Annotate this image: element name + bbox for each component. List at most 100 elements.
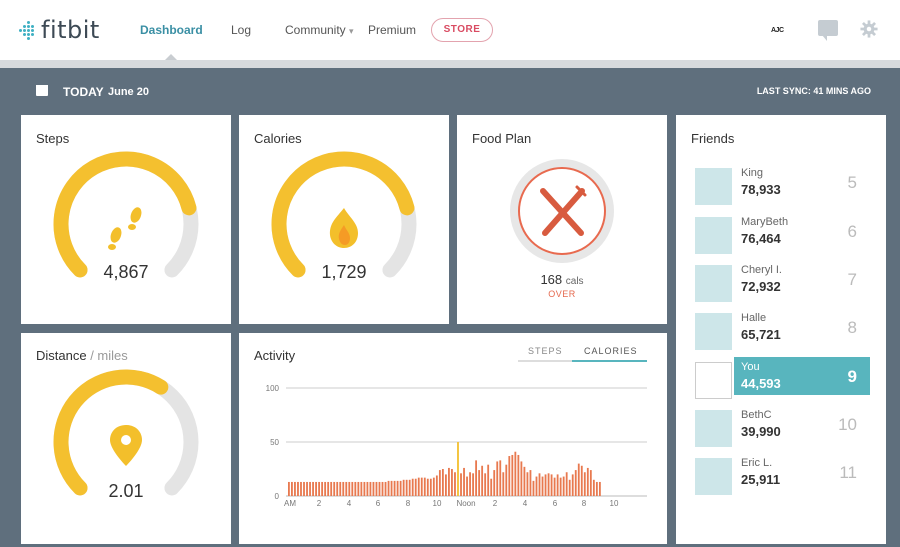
friend-name[interactable]: You — [741, 361, 760, 373]
avatar[interactable] — [695, 458, 732, 495]
activity-bar — [330, 481, 333, 496]
friend-row[interactable]: BethC 39,990 10 — [676, 405, 886, 453]
today-label: TODAY — [63, 85, 104, 99]
steps-value: 4,867 — [103, 262, 149, 282]
activity-bar — [366, 481, 369, 496]
friend-steps: 25,911 — [741, 472, 781, 487]
activity-bar — [580, 465, 583, 496]
friend-row[interactable]: Halle 65,721 8 — [676, 308, 886, 356]
activity-bar — [384, 481, 387, 496]
activity-bar — [303, 481, 305, 496]
store-button[interactable]: STORE — [431, 18, 493, 42]
activity-bar — [505, 464, 508, 496]
activity-bar — [321, 481, 324, 496]
footprints-icon — [108, 207, 142, 250]
activity-tile[interactable]: Activity STEPS CALORIES 0 50 100 AM 2 4 6 8 10 No… — [239, 333, 667, 544]
avatar[interactable] — [695, 410, 732, 447]
friend-steps: 72,932 — [741, 279, 781, 294]
activity-bar — [378, 481, 381, 496]
calendar-icon[interactable] — [36, 85, 48, 96]
chat-icon[interactable] — [818, 20, 838, 41]
activity-bar — [481, 465, 484, 496]
y-tick-label: 100 — [266, 384, 280, 393]
food-plan-tile[interactable]: Food Plan 168 cals OVER — [457, 115, 667, 324]
activity-bar — [586, 467, 589, 496]
friend-name[interactable]: MaryBeth — [741, 216, 788, 228]
activity-bar — [306, 481, 308, 496]
activity-bar — [460, 473, 462, 496]
activity-bar — [541, 476, 544, 496]
activity-bar — [324, 481, 327, 496]
calories-tile[interactable]: Calories 1,729 — [239, 115, 449, 324]
food-calories-value: 168 — [540, 272, 563, 287]
friend-name[interactable]: Halle — [741, 312, 766, 324]
gear-icon[interactable] — [860, 20, 878, 38]
x-tick-label: 4 — [347, 499, 352, 508]
friends-title: Friends — [691, 131, 735, 146]
activity-bar — [526, 472, 529, 496]
friend-name[interactable]: Cheryl I. — [741, 264, 782, 276]
nav-dashboard[interactable]: Dashboard — [140, 23, 203, 37]
activity-bar — [571, 474, 574, 496]
activity-bar — [502, 472, 505, 496]
avatar[interactable] — [695, 168, 732, 205]
activity-bar — [426, 478, 429, 496]
activity-bar — [529, 470, 532, 496]
activity-bar — [550, 474, 553, 496]
activity-bar — [402, 479, 405, 496]
user-badge[interactable]: AJC — [771, 27, 784, 34]
avatar[interactable] — [695, 217, 732, 254]
activity-bar — [294, 481, 296, 496]
activity-bar — [432, 477, 435, 496]
nav-community-label: Community — [285, 23, 346, 37]
activity-bar — [393, 480, 396, 496]
friend-row[interactable]: Eric L. 25,911 11 — [676, 453, 886, 501]
friend-row[interactable]: MaryBeth 76,464 6 — [676, 212, 886, 260]
activity-bar — [511, 454, 514, 496]
friends-tile[interactable]: Friends King 78,933 5 MaryBeth 76,464 6 Cheryl… — [676, 115, 886, 544]
friend-name[interactable]: Eric L. — [741, 457, 772, 469]
fitbit-logo[interactable]: fitbit — [18, 16, 100, 44]
nav-premium[interactable]: Premium — [368, 23, 416, 37]
friend-row[interactable]: King 78,933 5 — [676, 163, 886, 211]
avatar[interactable] — [695, 313, 732, 350]
steps-tile[interactable]: Steps 4,867 — [21, 115, 231, 324]
activity-bar — [396, 480, 399, 496]
activity-bar — [411, 478, 414, 496]
activity-bar — [499, 460, 502, 496]
friend-row-you[interactable]: You 44,593 9 — [676, 357, 886, 405]
distance-tile[interactable]: Distance / miles 2.01 — [21, 333, 231, 544]
friend-rank: 5 — [847, 173, 857, 192]
date-bar: TODAY June 20 LAST SYNC: 41 MINS AGO — [0, 68, 900, 114]
activity-bar — [291, 481, 293, 496]
activity-bar — [288, 481, 290, 496]
avatar[interactable] — [695, 265, 732, 302]
activity-bar — [535, 476, 538, 496]
steps-progress-arc — [53, 151, 197, 278]
friend-name[interactable]: BethC — [741, 409, 772, 421]
distance-gauge — [53, 369, 199, 496]
avatar[interactable] — [695, 362, 732, 399]
logo-dots-icon — [18, 21, 36, 40]
friend-row[interactable]: Cheryl I. 72,932 7 — [676, 260, 886, 308]
activity-bar — [357, 481, 360, 496]
activity-bar — [520, 461, 523, 496]
activity-bar — [345, 481, 348, 496]
distance-progress-arc — [53, 369, 169, 496]
last-sync-status: LAST SYNC: 41 MINS AGO — [756, 86, 871, 96]
friend-name[interactable]: King — [741, 167, 763, 179]
nav-log[interactable]: Log — [231, 23, 251, 37]
activity-bar — [514, 451, 517, 496]
activity-bar — [429, 478, 432, 496]
activity-bar — [435, 475, 438, 496]
friend-steps: 65,721 — [741, 327, 781, 342]
x-tick-label: 8 — [582, 499, 587, 508]
x-tick-label: 4 — [523, 499, 528, 508]
nav-community[interactable]: Community ▾ — [285, 23, 354, 37]
friend-rank: 6 — [847, 222, 857, 241]
map-pin-icon — [110, 425, 142, 466]
activity-bar — [420, 477, 423, 496]
activity-bar — [544, 474, 547, 496]
distance-value: 2.01 — [108, 481, 144, 501]
friend-rank: 9 — [847, 367, 857, 386]
